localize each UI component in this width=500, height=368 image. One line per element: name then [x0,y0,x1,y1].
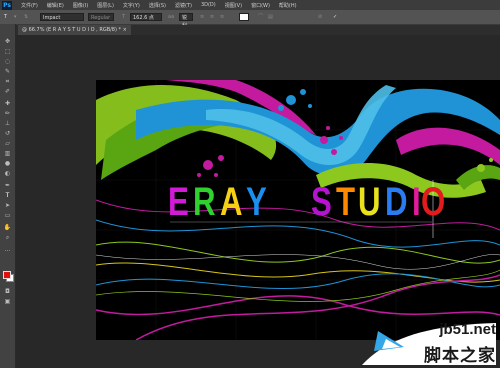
menu-file[interactable]: 文件(F) [21,2,38,9]
letter-e: E [168,180,191,224]
eyedropper-tool-icon[interactable]: ✐ [3,88,12,95]
lasso-tool-icon[interactable]: ◌ [3,58,12,65]
watermark-site: jb51.net [439,321,496,338]
type-tool-icon[interactable]: T [3,192,12,199]
blur-tool-icon[interactable]: ● [3,160,12,167]
site-watermark: jb51.net 脚本之家 [356,319,496,366]
gradient-tool-icon[interactable]: ▥ [3,150,12,157]
tools-panel: ✥ ⬚ ◌ ✎ ⌗ ✐ ✚ ✏ ⊥ ↺ ▱ ▥ ● ◐ ✒ T ➤ ▭ ✋ ⌕ … [0,24,16,368]
shape-tool-icon[interactable]: ▭ [3,212,12,219]
letter-r: R [192,180,217,224]
photoshop-logo: Ps [2,0,12,10]
zoom-tool-icon[interactable]: ⌕ [3,234,12,241]
menu-window[interactable]: 窗口(W) [251,2,270,9]
character-panel-icon[interactable]: ▤ [268,13,273,21]
pen-tool-icon[interactable]: ✒ [3,182,12,189]
marquee-tool-icon[interactable]: ⬚ [3,48,12,55]
menu-type[interactable]: 文字(Y) [123,2,140,9]
warp-text-icon[interactable]: ⌒ [258,13,263,21]
options-bar: T ▾ ⇅ Impact Regular T 162.6 点 aa 锐利 ≡ ≡… [0,10,500,29]
brush-tool-icon[interactable]: ✏ [3,110,12,117]
watermark-chinese: 脚本之家 [424,346,496,366]
move-tool-icon[interactable]: ✥ [3,38,12,45]
eraser-tool-icon[interactable]: ▱ [3,140,12,147]
quick-select-tool-icon[interactable]: ✎ [3,68,12,75]
letter-u: U [358,180,383,224]
menu-help[interactable]: 帮助(H) [279,2,297,9]
letter-o: O [421,180,448,224]
commit-icon[interactable]: ✓ [333,13,337,21]
more-tools-icon[interactable]: … [3,246,12,253]
dodge-tool-icon[interactable]: ◐ [3,170,12,177]
antialias-label: aa [168,14,175,20]
menu-edit[interactable]: 编辑(E) [47,2,64,9]
type-tool-preset-icon[interactable]: T [4,13,7,21]
screen-mode-icon[interactable]: ▣ [3,298,12,305]
text-orientation-icon[interactable]: ⇅ [24,13,28,21]
document-tabs: @ 66.7% (E R A Y S T U D I O , RGB/8) * … [16,25,500,35]
clone-stamp-tool-icon[interactable]: ⊥ [3,120,12,127]
letter-d: D [385,180,410,224]
font-size-icon: T [122,14,126,20]
hand-tool-icon[interactable]: ✋ [3,224,12,231]
antialias-select[interactable]: 锐利 [179,13,193,29]
foreground-color-swatch[interactable] [3,271,11,279]
align-left-icon[interactable]: ≡ [200,13,204,21]
eray-studio-text-layer[interactable]: E R A Y S T U D I O [168,180,450,224]
healing-brush-tool-icon[interactable]: ✚ [3,100,12,107]
path-select-tool-icon[interactable]: ➤ [3,202,12,209]
document-tab[interactable]: @ 66.7% (E R A Y S T U D I O , RGB/8) * … [18,25,131,35]
menu-3d[interactable]: 3D(D) [201,2,216,8]
menu-filter[interactable]: 滤镜(T) [175,2,192,9]
crop-tool-icon[interactable]: ⌗ [3,78,12,85]
history-brush-tool-icon[interactable]: ↺ [3,130,12,137]
font-family-select[interactable]: Impact [40,13,84,21]
letter-s: S [311,180,334,224]
close-tab-icon[interactable]: × [123,27,127,33]
font-style-select[interactable]: Regular [88,13,114,21]
menu-view[interactable]: 视图(V) [225,2,242,9]
text-color-swatch[interactable] [239,13,249,21]
align-right-icon[interactable]: ≡ [220,13,224,21]
quick-mask-icon[interactable]: ◘ [3,288,12,295]
letter-a: A [219,180,244,224]
letter-t: T [335,180,357,224]
align-center-icon[interactable]: ≡ [210,13,214,21]
word-gap [271,180,311,224]
letter-y: Y [246,180,269,224]
menu-select[interactable]: 选择(S) [149,2,166,9]
dropdown-arrow-icon[interactable]: ▾ [14,13,17,21]
document-tab-label: @ 66.7% (E R A Y S T U D I O , RGB/8) * [22,27,122,33]
cancel-icon[interactable]: ⊘ [318,13,322,21]
font-size-field[interactable]: 162.6 点 [130,13,162,21]
menu-layer[interactable]: 图层(L) [97,2,114,9]
menu-image[interactable]: 图像(I) [73,2,88,9]
menu-bar: Ps 文件(F) 编辑(E) 图像(I) 图层(L) 文字(Y) 选择(S) 滤… [0,0,500,10]
